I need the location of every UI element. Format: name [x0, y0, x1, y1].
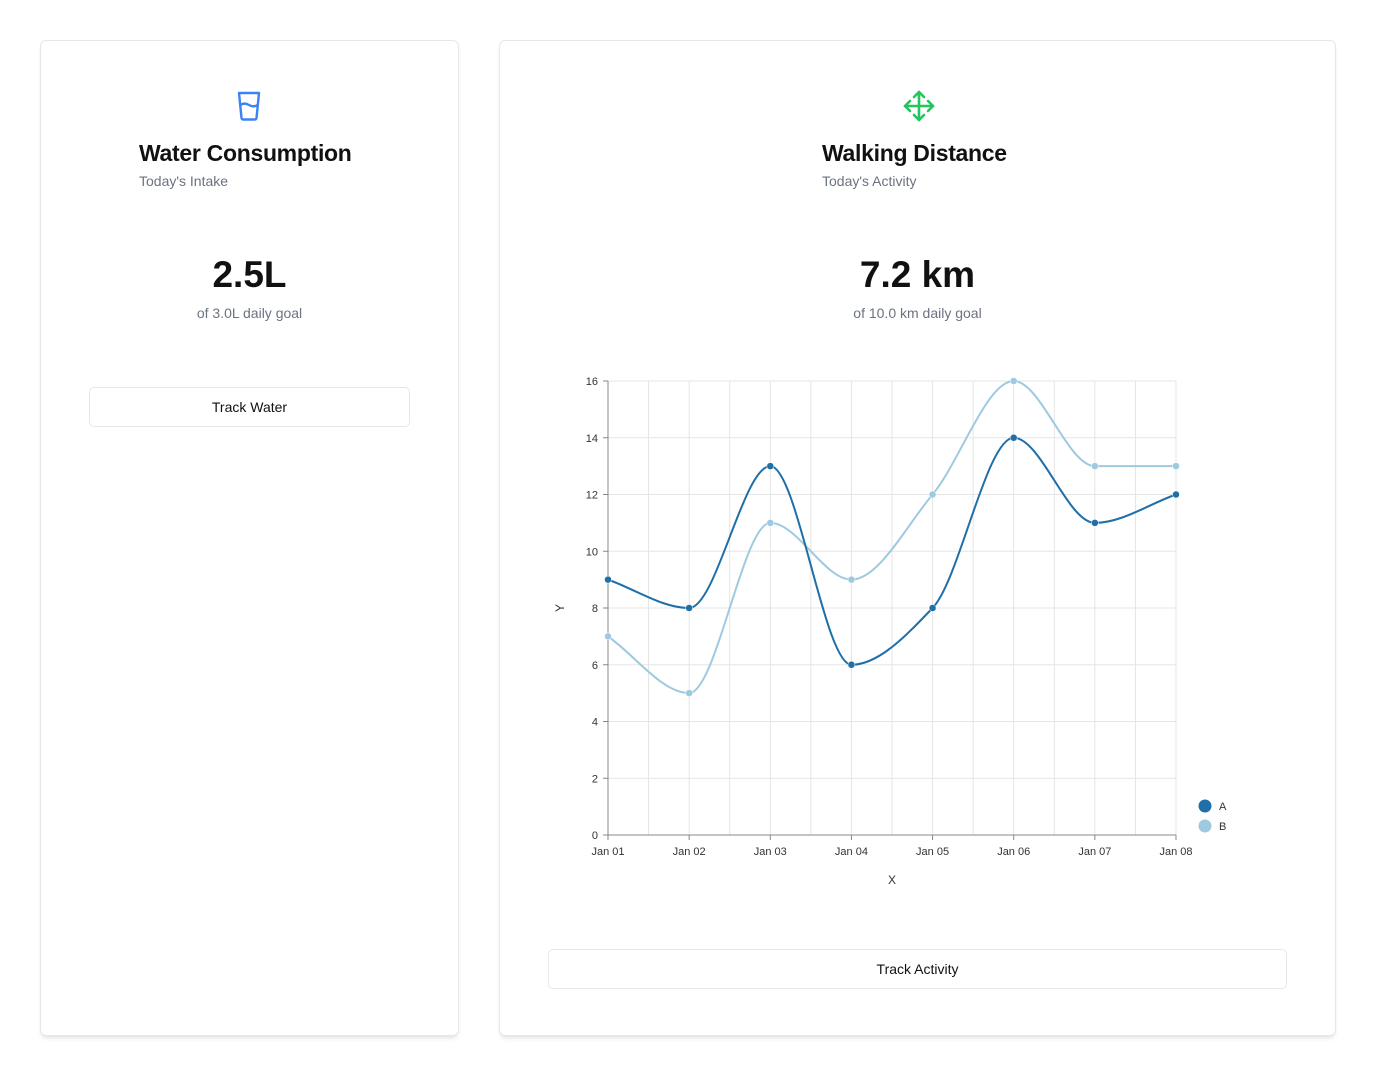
- track-water-button[interactable]: Track Water: [89, 387, 410, 427]
- x-tick-label: Jan 05: [916, 846, 949, 858]
- x-tick-label: Jan 03: [754, 846, 787, 858]
- data-point-A: [604, 575, 612, 584]
- x-tick-label: Jan 06: [997, 846, 1030, 858]
- y-tick-label: 8: [592, 603, 598, 615]
- card-title: Walking Distance: [822, 140, 1007, 166]
- y-tick-label: 16: [586, 376, 598, 388]
- legend-label-B: B: [1219, 821, 1226, 833]
- x-tick-label: Jan 02: [673, 846, 706, 858]
- card-subtitle: Today's Activity: [822, 173, 917, 189]
- water-consumption-card: Water Consumption Today's Intake 2.5L of…: [40, 40, 459, 1036]
- walk-goal: of 10.0 km daily goal: [853, 305, 982, 321]
- card-title: Water Consumption: [139, 140, 352, 166]
- data-point-B: [766, 519, 775, 527]
- data-point-B: [1009, 377, 1018, 385]
- data-point-A: [766, 462, 775, 470]
- track-activity-button[interactable]: Track Activity: [548, 949, 1287, 989]
- data-point-B: [604, 632, 612, 641]
- x-axis-title: X: [888, 873, 896, 887]
- y-axis-title: Y: [553, 604, 567, 612]
- x-tick-label: Jan 07: [1078, 846, 1111, 858]
- legend-swatch-B: [1198, 819, 1212, 833]
- legend-label-A: A: [1219, 801, 1227, 813]
- data-point-A: [1091, 519, 1099, 527]
- data-point-A: [847, 661, 856, 669]
- data-point-B: [928, 490, 937, 499]
- legend-swatch-A: [1198, 799, 1212, 813]
- y-tick-label: 6: [592, 660, 598, 672]
- data-point-B: [1172, 462, 1180, 470]
- walking-distance-card: Walking Distance Today's Activity 7.2 km…: [499, 40, 1336, 1036]
- data-point-B: [1091, 462, 1099, 470]
- x-tick-label: Jan 08: [1159, 846, 1192, 858]
- data-point-B: [685, 689, 693, 697]
- y-tick-label: 0: [592, 830, 598, 842]
- move-arrows-icon: [903, 90, 935, 122]
- y-tick-label: 4: [592, 717, 598, 729]
- data-point-B: [847, 575, 856, 584]
- y-tick-label: 12: [586, 490, 598, 502]
- card-subtitle: Today's Intake: [139, 173, 229, 189]
- glass-water-icon: [237, 91, 261, 121]
- y-tick-label: 14: [586, 433, 598, 445]
- data-point-A: [928, 604, 937, 612]
- y-tick-label: 10: [586, 546, 598, 558]
- x-tick-label: Jan 04: [835, 846, 868, 858]
- data-point-A: [1172, 490, 1180, 499]
- water-value: 2.5L: [212, 254, 287, 295]
- walk-value: 7.2 km: [859, 254, 976, 295]
- x-tick-label: Jan 01: [591, 846, 624, 858]
- data-point-A: [685, 604, 693, 612]
- walking-line-chart: 0 2 4 6 8 10 12 14 16 Jan 01 Jan 02 Jan 03 Jan 04 Jan…: [553, 376, 1227, 887]
- y-tick-label: 2: [592, 773, 598, 785]
- water-goal: of 3.0L daily goal: [196, 305, 303, 321]
- data-point-A: [1009, 434, 1018, 442]
